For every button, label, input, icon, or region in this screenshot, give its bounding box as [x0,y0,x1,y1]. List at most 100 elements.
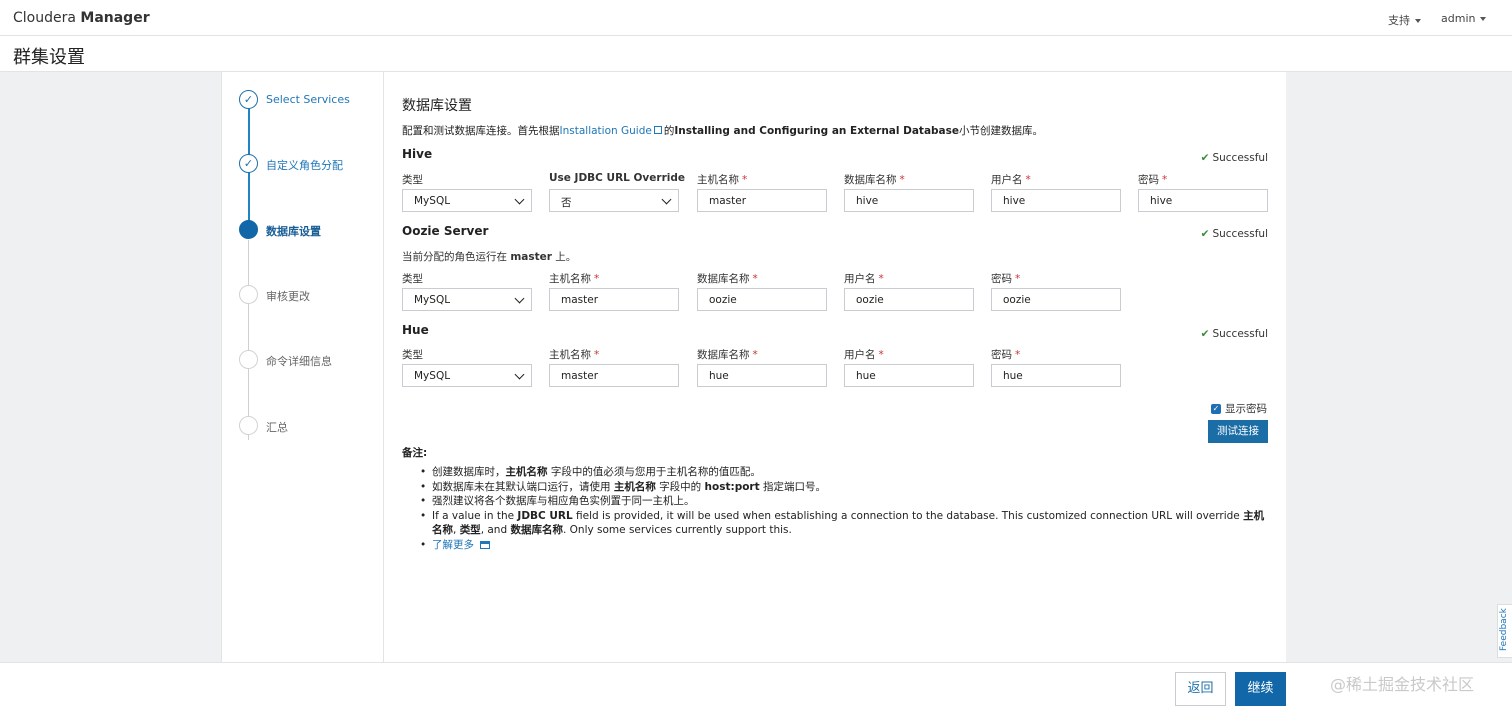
left-gutter [0,72,221,662]
label-text: 用户名 [844,349,876,361]
back-button[interactable]: 返回 [1175,672,1226,706]
feedback-label: Feedback [1499,608,1509,651]
pending-step-icon [239,416,258,435]
oozie-type-select[interactable]: MySQL [402,288,532,311]
note-text: 如数据库未在其默认端口运行，请使用 [432,480,614,493]
current-step-icon [239,220,258,239]
top-bar: Cloudera Manager 支持 admin [0,0,1512,36]
user-menu[interactable]: admin [1441,12,1487,25]
hive-password-input[interactable]: hive [1138,189,1268,212]
intro-text: 配置和测试数据库连接。首先根据Installation Guide 的Instal… [402,123,1043,138]
pending-step-icon [239,350,258,369]
pending-line [248,240,249,440]
hue-host-label: 主机名称 * [549,347,599,362]
oozie-password-label: 密码 * [991,271,1020,286]
checkbox-checked-icon[interactable]: ✓ [1211,404,1221,414]
select-value: MySQL [414,195,451,207]
feedback-tab[interactable]: Feedback [1497,604,1512,658]
oozie-user-input[interactable]: oozie [844,288,974,311]
note-text: 字段中的 [655,480,705,493]
note-bold: 主机名称 [613,480,656,493]
hue-type-select[interactable]: MySQL [402,364,532,387]
label-text: 密码 [1138,174,1159,186]
step-label: 自定义角色分配 [266,159,343,172]
brand-logo[interactable]: Cloudera Manager [13,10,150,26]
hue-dbname-input[interactable]: hue [697,364,827,387]
step-label: 汇总 [266,421,288,434]
hive-host-label: 主机名称 * [697,172,747,187]
right-gutter [1286,72,1512,662]
oozie-user-label: 用户名 * [844,271,884,286]
oozie-status: ✔ Successful [1201,228,1268,240]
test-connection-button[interactable]: 测试连接 [1208,420,1268,443]
page-title: 群集设置 [13,47,85,68]
oozie-host-input[interactable]: master [549,288,679,311]
label-text: Use JDBC URL Override [549,172,685,184]
hue-status: ✔ Successful [1201,328,1268,340]
hue-type-label: 类型 [402,347,423,362]
note-bold: 主机名称 [505,466,548,478]
label-text: 类型 [402,349,423,361]
hue-user-input[interactable]: hue [844,364,974,387]
status-text: Successful [1212,228,1268,240]
note-text: 字段中的值必须与您用于主机名称的值匹配。 [547,466,761,478]
required-marker: * [594,273,600,285]
note-text: , and [480,524,511,536]
wizard-steps: ✓ Select Services ✓ 自定义角色分配 数据库设置 审核更改 命… [221,72,384,662]
required-marker: * [899,174,905,186]
oozie-host-note: 当前分配的角色运行在 master 上。 [402,249,576,264]
chevron-down-icon [514,194,525,205]
note-text: . Only some services currently support t… [562,524,792,536]
label-text: 类型 [402,174,423,186]
hive-user-input[interactable]: hive [991,189,1121,212]
hive-dbname-input[interactable]: hive [844,189,974,212]
required-marker: * [1015,273,1021,285]
hue-dbname-label: 数据库名称 * [697,347,758,362]
hue-password-label: 密码 * [991,347,1020,362]
label-text: 用户名 [844,273,876,285]
note-bold: 数据库名称 [510,524,563,536]
label-text: 主机名称 [549,273,591,285]
required-marker: * [752,273,758,285]
hue-user-label: 用户名 * [844,347,884,362]
hive-group-title: Hive [402,147,433,161]
caret-down-icon [1415,19,1421,23]
note-text: If a value in the [432,509,518,522]
note-before: 当前分配的角色运行在 [402,251,511,263]
hive-jdbc-select[interactable]: 否 [549,189,679,212]
hue-host-input[interactable]: master [549,364,679,387]
footer-bar: 返回 继续 @稀土掘金技术社区 [0,662,1512,710]
required-marker: * [1025,174,1031,186]
oozie-dbname-input[interactable]: oozie [697,288,827,311]
hive-type-select[interactable]: MySQL [402,189,532,212]
note-bold: master [510,251,552,263]
hive-status: ✔ Successful [1201,152,1268,164]
external-link-icon[interactable] [653,126,662,134]
select-value: MySQL [414,294,451,306]
learn-more-link[interactable]: 了解更多 [432,539,474,551]
hue-password-input[interactable]: hue [991,364,1121,387]
section-title: 数据库设置 [402,98,472,114]
oozie-password-input[interactable]: oozie [991,288,1121,311]
chevron-down-icon [514,293,525,304]
user-label: admin [1441,12,1476,25]
new-window-icon[interactable] [480,540,490,549]
list-item: 如数据库未在其默认端口运行，请使用 主机名称 字段中的 host:port 指定… [420,480,1272,495]
show-password-checkbox[interactable]: ✓ 显示密码 [1211,401,1267,416]
hive-type-label: 类型 [402,172,423,187]
label-text: 类型 [402,273,423,285]
check-icon: ✔ [1200,228,1210,240]
label-text: 数据库名称 [697,349,750,361]
note-text: 创建数据库时， [432,466,506,478]
hive-host-input[interactable]: master [697,189,827,212]
check-icon: ✓ [239,90,258,109]
notes-heading: 备注: [402,447,428,459]
step-label: 数据库设置 [266,225,321,238]
status-text: Successful [1212,328,1268,340]
installation-guide-link[interactable]: Installation Guide [560,125,652,137]
intro-after: 小节创建数据库。 [959,125,1044,137]
support-label: 支持 [1388,14,1410,27]
support-menu[interactable]: 支持 [1388,12,1421,28]
label-text: 密码 [991,349,1012,361]
continue-button[interactable]: 继续 [1235,672,1286,706]
